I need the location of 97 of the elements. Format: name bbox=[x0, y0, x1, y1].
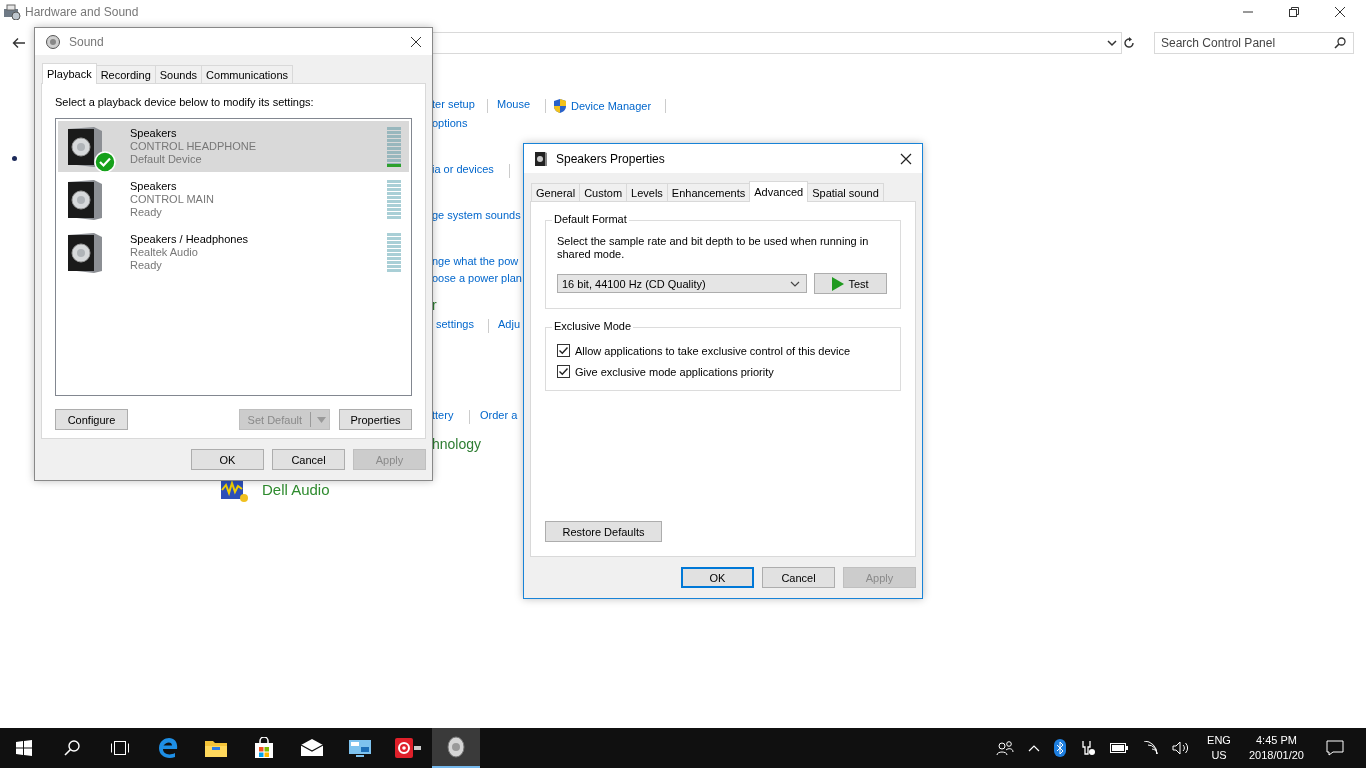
back-arrow-icon[interactable] bbox=[12, 37, 26, 49]
search-field[interactable]: Search Control Panel bbox=[1154, 32, 1354, 54]
windows-logo-icon bbox=[16, 740, 32, 756]
play-icon bbox=[832, 276, 845, 291]
restore-icon[interactable] bbox=[1288, 6, 1300, 18]
dialog-button[interactable]: OK bbox=[681, 567, 754, 588]
device-status: Default Device bbox=[130, 153, 203, 166]
taskbar-button[interactable] bbox=[432, 728, 480, 768]
group-title: Default Format bbox=[552, 213, 629, 225]
device-status: Ready bbox=[130, 259, 163, 272]
caret-icon bbox=[790, 280, 800, 287]
clock-date[interactable]: 2018/01/20 bbox=[1248, 748, 1304, 763]
speaker-icon bbox=[446, 736, 466, 758]
tab[interactable]: Spatial sound bbox=[807, 183, 884, 201]
region-text[interactable]: US bbox=[1211, 748, 1227, 763]
tab[interactable]: Playback bbox=[42, 63, 97, 84]
close-icon[interactable] bbox=[410, 35, 422, 48]
checkbox-label: Give exclusive mode applications priority bbox=[575, 365, 774, 378]
test-button[interactable]: Test bbox=[814, 273, 887, 294]
tab[interactable]: Recording bbox=[95, 65, 156, 83]
close-icon[interactable] bbox=[1334, 6, 1346, 18]
search-icon bbox=[64, 740, 80, 756]
section-heading: hnology bbox=[432, 436, 482, 452]
device-description: CONTROL MAIN bbox=[130, 193, 215, 206]
speaker-box-icon bbox=[66, 177, 104, 220]
link[interactable]: Adju bbox=[498, 318, 521, 330]
tab[interactable]: Communications bbox=[201, 65, 293, 83]
bluetooth-icon[interactable] bbox=[1054, 739, 1067, 757]
section-heading: Dell Audio bbox=[262, 480, 330, 498]
level-meter bbox=[387, 179, 401, 220]
target-icon bbox=[394, 737, 422, 759]
speaker-icon bbox=[45, 33, 61, 50]
link[interactable]: ttery bbox=[432, 409, 454, 421]
speaker-box-icon bbox=[66, 230, 104, 273]
format-description: Select the sample rate and bit depth to be used when running in shared mode. bbox=[557, 235, 870, 261]
dialog-button[interactable]: Cancel bbox=[762, 567, 835, 588]
volume-icon[interactable] bbox=[1172, 741, 1191, 755]
speaker-box-icon bbox=[66, 124, 104, 167]
device-description: CONTROL HEADPHONE bbox=[130, 140, 258, 153]
tab[interactable]: Advanced bbox=[749, 181, 809, 202]
printer-icon bbox=[3, 4, 21, 20]
dialog-button[interactable]: OK bbox=[191, 449, 264, 470]
wifi-icon[interactable] bbox=[1142, 741, 1159, 755]
shield-icon bbox=[553, 98, 567, 114]
properties-button[interactable]: Properties bbox=[339, 409, 412, 430]
level-meter bbox=[387, 232, 401, 273]
device-name: Speakers bbox=[130, 180, 178, 193]
instruction-text: Select a playback device below to modify its settings: bbox=[55, 96, 315, 108]
notification-icon[interactable] bbox=[1326, 740, 1344, 756]
checkbox-label: Allow applications to take exclusive control of this device bbox=[575, 344, 851, 357]
speaker-icon bbox=[534, 150, 548, 167]
link[interactable]: Order a bbox=[480, 409, 518, 421]
section-heading: r bbox=[432, 297, 437, 313]
dialog-title: Speakers Properties bbox=[556, 151, 665, 166]
device-status: Ready bbox=[130, 206, 163, 219]
link[interactable]: oose a power plan bbox=[432, 272, 522, 284]
device-row[interactable]: Speakers / Headphones Realtek Audio Ready bbox=[58, 227, 409, 278]
window-title: Hardware and Sound bbox=[25, 5, 139, 19]
link[interactable]: options bbox=[432, 117, 468, 129]
battery-icon[interactable] bbox=[1110, 743, 1129, 753]
link[interactable]: nge what the pow bbox=[432, 255, 519, 267]
configure-button[interactable]: Configure bbox=[55, 409, 128, 430]
clock-time[interactable]: 4:45 PM bbox=[1256, 733, 1297, 748]
tab[interactable]: General bbox=[531, 183, 581, 201]
link[interactable]: Device Manager bbox=[571, 100, 652, 112]
caret-icon bbox=[317, 416, 326, 423]
envelope-icon bbox=[300, 739, 324, 757]
checkbox[interactable] bbox=[557, 365, 570, 378]
monitor-icon bbox=[348, 738, 372, 758]
device-description: Realtek Audio bbox=[130, 246, 199, 259]
link[interactable]: ter setup bbox=[432, 98, 475, 110]
format-dropdown[interactable]: 16 bit, 44100 Hz (CD Quality) bbox=[557, 274, 807, 293]
dropdown-icon[interactable] bbox=[1107, 39, 1117, 47]
task-view-icon bbox=[110, 740, 130, 756]
dialog-title: Sound bbox=[69, 34, 104, 49]
restore-defaults-button[interactable]: Restore Defaults bbox=[545, 521, 662, 542]
dialog-button[interactable]: Cancel bbox=[272, 449, 345, 470]
checkbox[interactable] bbox=[557, 344, 570, 357]
link[interactable]: ge system sounds bbox=[432, 209, 521, 221]
people-icon[interactable] bbox=[996, 740, 1015, 756]
group-title: Exclusive Mode bbox=[552, 320, 634, 332]
device-row[interactable]: Speakers CONTROL HEADPHONE Default Device bbox=[58, 121, 409, 172]
browser-e-icon bbox=[157, 737, 179, 759]
refresh-icon[interactable] bbox=[1122, 36, 1136, 50]
device-name: Speakers bbox=[130, 127, 178, 140]
device-name: Speakers / Headphones bbox=[130, 233, 250, 246]
search-icon[interactable] bbox=[1334, 37, 1346, 49]
folder-icon bbox=[204, 738, 228, 758]
close-icon[interactable] bbox=[900, 152, 912, 165]
chevron-up-icon[interactable] bbox=[1028, 744, 1041, 752]
link[interactable]: ia or devices bbox=[432, 163, 494, 175]
language-text[interactable]: ENG bbox=[1207, 733, 1231, 748]
link[interactable]: Mouse bbox=[497, 98, 531, 110]
device-row[interactable]: Speakers CONTROL MAIN Ready bbox=[58, 174, 409, 225]
bullet-icon bbox=[12, 156, 17, 161]
link[interactable]: settings bbox=[436, 318, 474, 330]
shopping-bag-icon bbox=[253, 737, 275, 759]
